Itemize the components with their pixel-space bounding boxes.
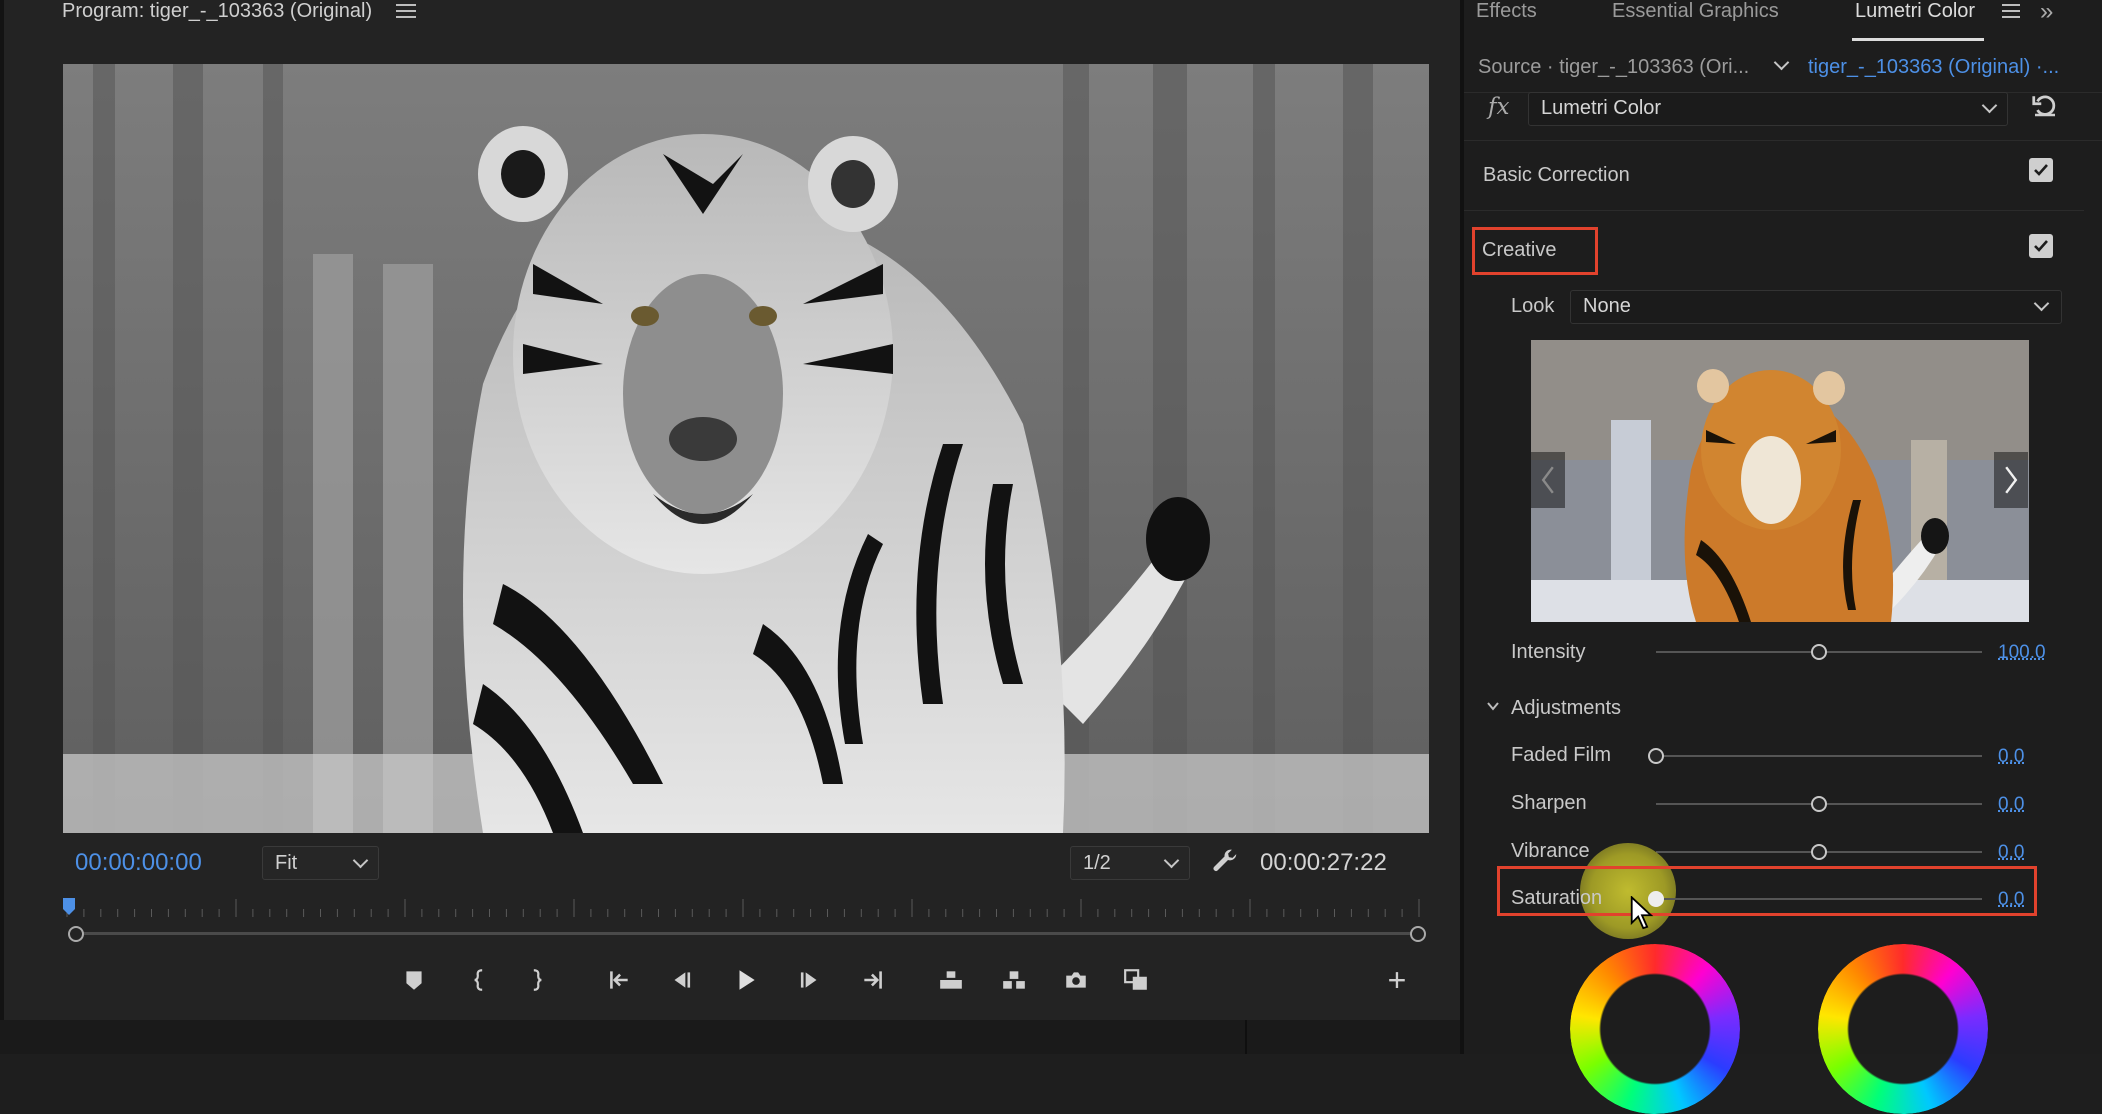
intensity-value[interactable]: 100.0: [1998, 642, 2046, 664]
panel-divider: [1245, 1020, 1247, 1054]
panel-menu-icon[interactable]: [396, 0, 416, 20]
faded-film-label: Faded Film: [1511, 744, 1612, 766]
panel-menu-icon[interactable]: [2002, 0, 2020, 18]
chevron-down-icon: [1981, 97, 1998, 114]
duration-timecode: 00:00:27:22: [1260, 849, 1387, 876]
mark-out-button[interactable]: [519, 963, 553, 997]
step-forward-button[interactable]: [793, 963, 827, 997]
comparison-view-button[interactable]: [1119, 963, 1153, 997]
extract-button[interactable]: [997, 963, 1031, 997]
checkmark-icon: [2034, 164, 2048, 176]
export-frame-icon: [1066, 972, 1086, 988]
sharpen-label: Sharpen: [1511, 792, 1587, 814]
look-preview-thumbnail[interactable]: [1531, 340, 2029, 622]
add-marker-button[interactable]: [397, 963, 431, 997]
comparison-view-icon: [1124, 969, 1147, 990]
mark-in-icon: [474, 969, 483, 991]
step-back-button[interactable]: [664, 963, 698, 997]
mouse-pointer-icon: [1630, 896, 1654, 930]
shadow-tint-color-wheel[interactable]: [1570, 944, 1740, 1114]
chevron-down-icon[interactable]: [1486, 699, 1500, 713]
creative-highlight-box: [1472, 227, 1598, 275]
go-to-in-button[interactable]: [602, 963, 636, 997]
saturation-label: Saturation: [1511, 887, 1603, 909]
look-value: None: [1583, 295, 1631, 317]
chevron-left-icon: [1541, 466, 1554, 494]
basic-correction-enable-checkbox[interactable]: [2029, 158, 2053, 182]
chevron-down-icon: [352, 852, 369, 869]
tab-lumetri-color[interactable]: Lumetri Color: [1855, 0, 1975, 22]
chevron-down-icon: [2033, 295, 2050, 312]
section-divider: [1464, 140, 2102, 141]
step-back-icon: [674, 972, 691, 988]
faded-film-value[interactable]: 0.0: [1998, 746, 2024, 768]
section-divider: [1464, 210, 2084, 211]
creative-enable-checkbox[interactable]: [2029, 234, 2053, 258]
adjustments-subsection-header[interactable]: Adjustments: [1511, 697, 1621, 720]
zoom-scroll-bar[interactable]: [75, 932, 1419, 935]
effect-instance-dropdown[interactable]: Lumetri Color: [1528, 92, 2008, 126]
button-editor-add-icon[interactable]: +: [1380, 962, 1414, 998]
more-tabs-icon[interactable]: »: [2040, 0, 2053, 26]
chevron-right-icon: [2005, 466, 2018, 494]
tiger-color-preview: [1531, 340, 2029, 622]
zoom-level-value: Fit: [275, 852, 298, 874]
step-forward-icon: [800, 972, 817, 988]
play-icon: [739, 970, 755, 990]
mark-out-icon: [533, 969, 542, 991]
lift-button[interactable]: [934, 963, 968, 997]
playback-resolution-dropdown[interactable]: 1/2: [1070, 846, 1190, 880]
intensity-slider-thumb[interactable]: [1811, 644, 1827, 660]
panel-edge: [0, 0, 4, 1054]
go-to-out-button[interactable]: [856, 963, 890, 997]
export-frame-button[interactable]: [1059, 963, 1093, 997]
zoom-level-dropdown[interactable]: Fit: [262, 846, 379, 880]
marker-icon: [406, 971, 422, 990]
intensity-label: Intensity: [1511, 641, 1586, 663]
look-label: Look: [1511, 295, 1555, 317]
mark-in-button[interactable]: [463, 963, 497, 997]
source-clip-selector[interactable]: Source · tiger_-_103363 (Ori...: [1478, 56, 1749, 79]
extract-icon: [1003, 971, 1025, 989]
playback-resolution-value: 1/2: [1083, 852, 1111, 874]
playhead-icon[interactable]: [63, 898, 75, 916]
look-dropdown[interactable]: None: [1570, 290, 2062, 324]
current-timecode[interactable]: 00:00:00:00: [75, 849, 202, 877]
program-monitor-title[interactable]: Program: tiger_-_103363 (Original): [62, 0, 372, 22]
play-button[interactable]: [729, 963, 763, 997]
zoom-scroll-start-handle[interactable]: [68, 926, 84, 942]
highlight-tint-color-wheel[interactable]: [1818, 944, 1988, 1114]
vibrance-value[interactable]: 0.0: [1998, 842, 2024, 864]
next-look-button[interactable]: [1994, 452, 2028, 508]
reset-effect-icon[interactable]: [2030, 90, 2060, 120]
sequence-clip-selector[interactable]: tiger_-_103363 (Original) ·...: [1808, 56, 2059, 79]
vibrance-slider-thumb[interactable]: [1811, 844, 1827, 860]
sharpen-value[interactable]: 0.0: [1998, 794, 2024, 816]
effect-instance-value: Lumetri Color: [1541, 97, 1662, 119]
zoom-scroll-end-handle[interactable]: [1410, 926, 1426, 942]
tab-effects[interactable]: Effects: [1476, 0, 1537, 22]
checkmark-icon: [2034, 240, 2048, 252]
go-to-in-icon: [610, 971, 628, 989]
wrench-icon[interactable]: [1210, 846, 1240, 876]
faded-film-slider-thumb[interactable]: [1648, 748, 1664, 764]
active-tab-indicator: [1852, 38, 1984, 41]
sharpen-slider-thumb[interactable]: [1811, 796, 1827, 812]
program-video-frame[interactable]: [63, 64, 1429, 833]
chevron-down-icon: [1163, 852, 1180, 869]
go-to-out-icon: [864, 971, 882, 989]
timeline-header-strip: [0, 1020, 1460, 1054]
tiger-grayscale-frame: [63, 64, 1429, 833]
time-ruler[interactable]: [63, 895, 1423, 919]
tab-essential-graphics[interactable]: Essential Graphics: [1612, 0, 1779, 22]
section-basic-correction[interactable]: Basic Correction: [1483, 164, 1630, 187]
previous-look-button[interactable]: [1531, 452, 1565, 508]
fx-badge-icon[interactable]: fx: [1488, 94, 1509, 120]
vibrance-label: Vibrance: [1511, 840, 1590, 862]
faded-film-slider-track[interactable]: [1656, 755, 1982, 757]
lift-icon: [940, 971, 962, 989]
